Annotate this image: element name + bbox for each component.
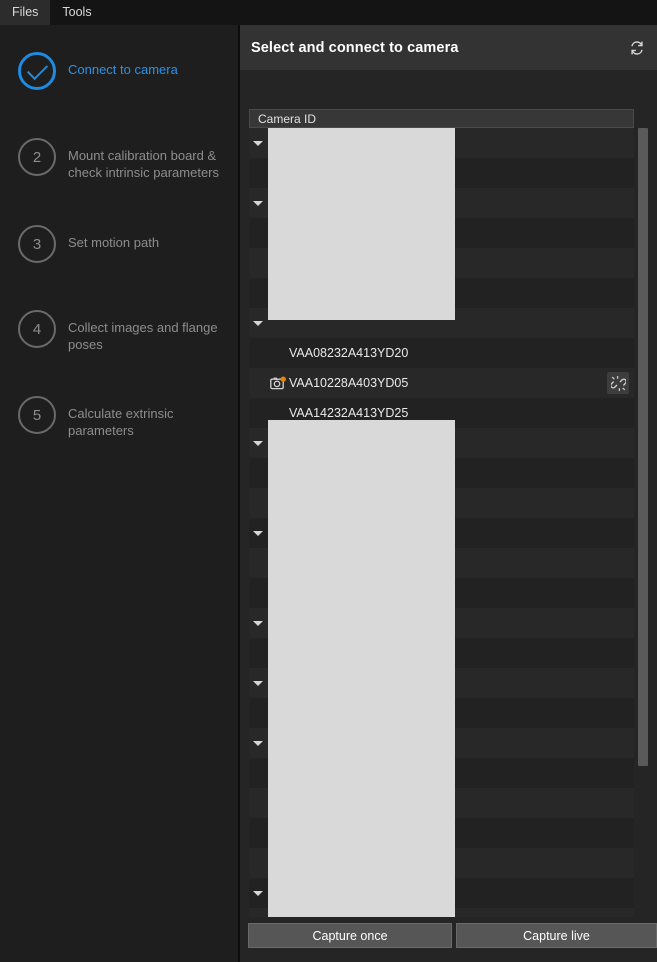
menu-bar: Files Tools [0,0,657,25]
table-row[interactable]: VAA08232A413YD20 [249,338,634,368]
sidebar-step-set-motion-path[interactable]: 3 Set motion path [0,225,238,263]
chevron-down-glyph [253,530,263,536]
capture-once-button[interactable]: Capture once [248,923,452,948]
chevron-down-glyph [253,140,263,146]
chevron-down-icon[interactable] [249,518,267,548]
step-label-4: Collect images and flange poses [68,320,218,352]
step-badge-1 [18,52,56,90]
sidebar-step-connect-to-camera[interactable]: Connect to camera [0,52,238,90]
camera-id-label: VAA10228A403YD05 [289,376,409,390]
camera-icon [267,368,289,398]
table-row[interactable]: VAA10228A403YD05 [249,368,634,398]
step-badge-4: 4 [18,310,56,348]
chevron-down-icon[interactable] [249,608,267,638]
step-label-2: Mount calibration board & check intrinsi… [68,148,219,180]
refresh-icon[interactable] [623,34,650,61]
step-badge-2: 2 [18,138,56,176]
sidebar-step-calculate-extrinsic[interactable]: 5 Calculate extrinsic parameters [0,396,238,439]
step-label-1: Connect to camera [68,62,178,77]
occlusion-block-bottom [268,420,455,920]
camera-list[interactable]: VAA08232A413YD20 VAA10228A403YD05 VAA14232… [249,128,634,943]
table-column-header: Camera ID [249,109,634,128]
menu-item-tools[interactable]: Tools [50,0,103,25]
wizard-sidebar: Connect to camera 2 Mount calibration bo… [0,25,238,962]
chevron-down-glyph [253,680,263,686]
chevron-down-glyph [253,320,263,326]
refresh-icon-glyph [630,40,643,55]
disconnect-icon-glyph [610,375,626,391]
chevron-down-icon[interactable] [249,428,267,458]
column-header-camera-id: Camera ID [258,111,317,126]
chevron-down-icon[interactable] [249,128,267,158]
step-badge-5: 5 [18,396,56,434]
list-scrollbar-track[interactable] [638,128,648,943]
sidebar-step-collect-images[interactable]: 4 Collect images and flange poses [0,310,238,353]
panel-body: Camera ID VAA08232A413YD20 VAA10228A403YD… [240,70,657,943]
panel-footer: Capture once Capture live [240,917,657,962]
step-label-3: Set motion path [68,235,160,250]
chevron-down-glyph [253,740,263,746]
chevron-down-glyph [253,890,263,896]
list-scrollbar-thumb[interactable] [638,128,648,766]
camera-icon-glyph [269,376,286,389]
chevron-down-icon[interactable] [249,668,267,698]
camera-id-label: VAA14232A413YD25 [289,406,409,420]
menu-item-files[interactable]: Files [0,0,51,25]
camera-selection-panel: Select and connect to camera Camera ID V… [240,25,657,962]
chevron-down-icon[interactable] [249,308,267,338]
sidebar-step-mount-calibration-board[interactable]: 2 Mount calibration board & check intrin… [0,138,238,181]
camera-id-label: VAA08232A413YD20 [289,346,409,360]
step-label-5: Calculate extrinsic parameters [68,406,174,438]
chevron-down-icon[interactable] [249,728,267,758]
chevron-down-glyph [253,620,263,626]
check-icon [26,58,48,80]
page-title: Select and connect to camera [251,39,459,56]
chevron-down-glyph [253,440,263,446]
panel-header: Select and connect to camera [240,25,657,70]
chevron-down-glyph [253,200,263,206]
chevron-down-icon[interactable] [249,188,267,218]
disconnect-icon[interactable] [607,372,629,394]
step-badge-3: 3 [18,225,56,263]
capture-live-button[interactable]: Capture live [456,923,657,948]
occlusion-block-top [268,128,455,320]
application-window: Files Tools Connect to camera 2 Mount ca… [0,0,657,962]
chevron-down-icon[interactable] [249,878,267,908]
